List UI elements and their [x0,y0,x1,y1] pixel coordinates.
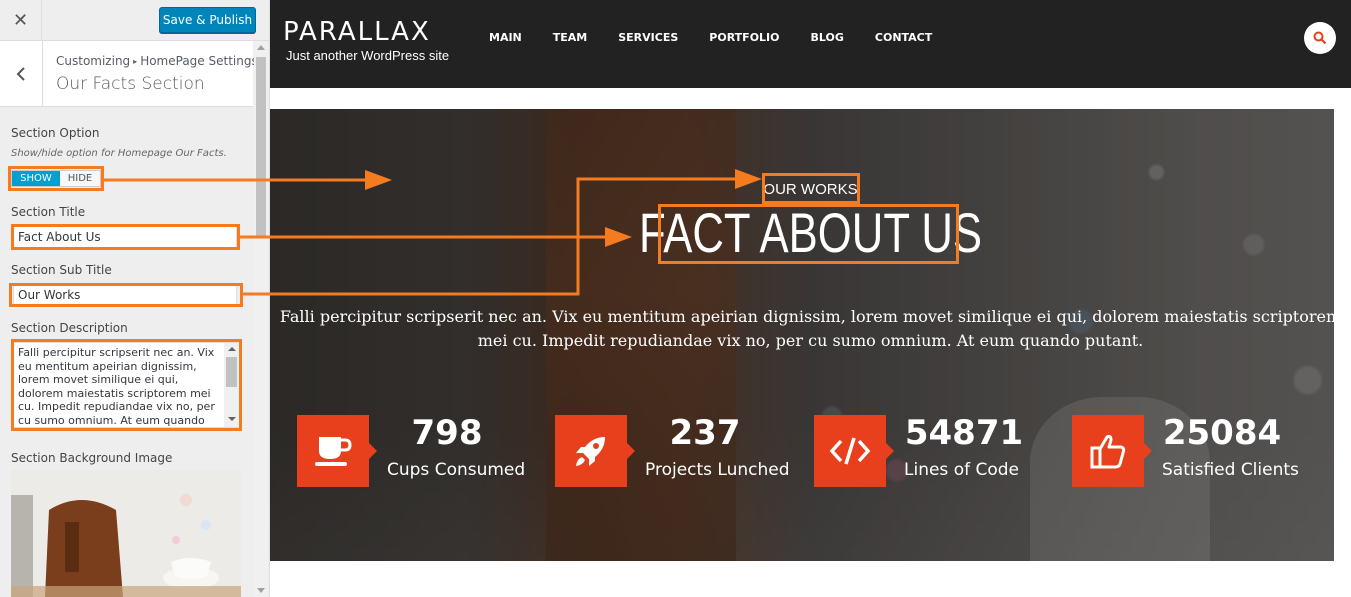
nav-item-contact[interactable]: CONTACT [875,31,932,44]
bag-and-cup-thumbnail [11,470,241,597]
fact-number: 25084 [1162,413,1282,453]
nav-item-services[interactable]: SERVICES [618,31,678,44]
back-button[interactable] [0,41,43,106]
save-publish-button[interactable]: Save & Publish [159,7,256,33]
section-option-description: Show/hide option for Homepage Our Facts. [11,148,227,159]
fact-label: Lines of Code [904,460,1019,480]
breadcrumb-separator-icon: ▸ [133,57,138,66]
scroll-thumb[interactable] [256,57,266,237]
nav-item-team[interactable]: TEAM [553,31,587,44]
fact-label: Cups Consumed [387,460,526,480]
site-header: PARALLAX Just another WordPress site MAI… [270,0,1351,88]
breadcrumb-root: Customizing [56,54,131,68]
section-title-label: Section Title [11,205,86,219]
code-icon [829,437,871,465]
fact-icon-box [1072,415,1152,487]
background-image-preview[interactable] [11,470,241,597]
close-icon: ✕ [12,9,29,30]
sidebar-scrollbar[interactable] [254,41,268,597]
panel-title: Our Facts Section [56,74,205,94]
section-description-label: Section Description [11,321,128,335]
section-sub-title-label: Section Sub Title [11,263,112,277]
next-section [270,561,1351,597]
scroll-thumb[interactable] [226,357,237,387]
section-sub-title-input[interactable] [13,284,237,306]
chevron-left-icon [16,66,25,81]
thumbs-up-icon [1090,434,1126,469]
search-button[interactable] [1304,22,1336,54]
show-hide-toggle[interactable]: SHOW HIDE [11,170,101,187]
site-scrollbar[interactable] [1334,88,1351,597]
facts-description: Falli percipitur scripserit nec an. Vix … [279,307,1342,350]
textarea-scrollbar[interactable] [224,343,239,427]
rocket-icon [576,437,605,466]
facts-title: FACT ABOUT US [638,201,983,264]
facts-section: OUR WORKS FACT ABOUT US Falli percipitur… [270,109,1351,561]
section-description-textarea[interactable]: Falli percipitur scripserit nec an. Vix … [13,342,240,428]
fact-icon-box [814,415,894,487]
scroll-down-icon[interactable] [257,588,265,593]
scroll-up-icon[interactable] [228,347,236,351]
nav-item-portfolio[interactable]: PORTFOLIO [709,31,779,44]
nav-item-blog[interactable]: BLOG [811,31,844,44]
section-bg-image-label: Section Background Image [11,451,173,465]
fact-label: Projects Lunched [645,460,790,480]
fact-number: 54871 [904,413,1024,453]
show-option[interactable]: SHOW [12,171,60,186]
nav-item-main[interactable]: MAIN [489,31,522,44]
site-tagline: Just another WordPress site [286,48,450,63]
search-icon [1313,31,1327,45]
fact-icon-box [555,415,635,487]
fact-number: 237 [669,413,741,453]
breadcrumb-parent: HomePage Settings [140,54,258,68]
customizer-header: ✕ Save & Publish [0,0,269,41]
hide-option[interactable]: HIDE [60,171,100,186]
panel-header: Customizing ▸ HomePage Settings Our Facts … [0,41,258,107]
fact-number: 798 [411,413,483,453]
section-title-input[interactable] [13,226,237,248]
site-preview: PARALLAX Just another WordPress site MAI… [270,0,1351,597]
scroll-up-icon[interactable] [257,45,265,50]
scroll-down-icon[interactable] [228,417,236,421]
coffee-cup-icon [315,437,352,466]
site-logo[interactable]: PARALLAX [283,17,431,47]
fact-label: Satisfied Clients [1162,460,1299,480]
breadcrumb: Customizing ▸ HomePage Settings [56,54,258,68]
close-customizer-button[interactable]: ✕ [0,0,42,40]
main-nav: MAIN TEAM SERVICES PORTFOLIO BLOG CONTAC… [489,31,963,44]
facts-sub-title: OUR WORKS [763,181,858,198]
section-option-label: Section Option [11,126,100,140]
customizer-sidebar: ✕ Save & Publish Customizing ▸ HomePage Se… [0,0,270,597]
fact-icon-box [297,415,377,487]
